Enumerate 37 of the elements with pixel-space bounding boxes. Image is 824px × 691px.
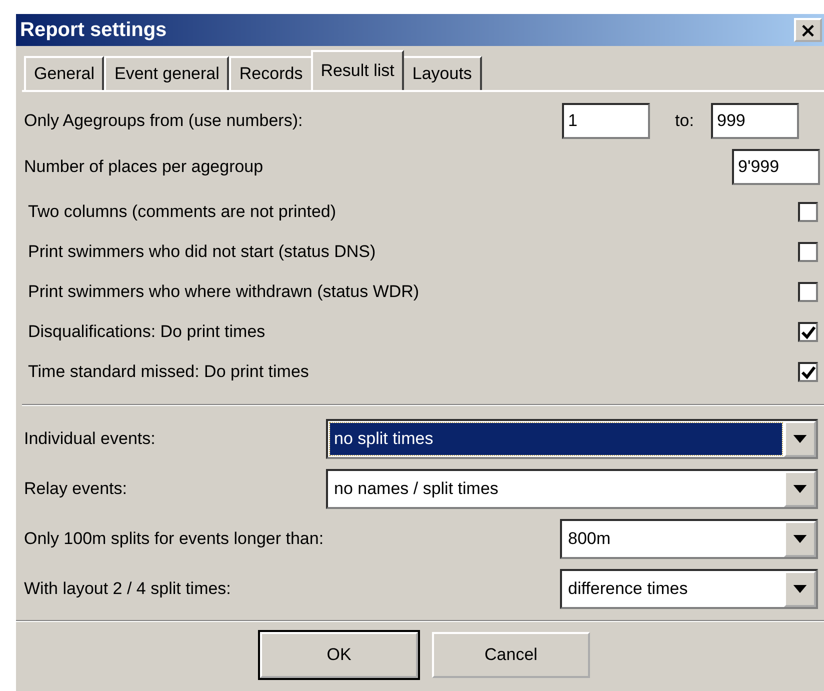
dropdown-value: no split times	[330, 423, 782, 455]
input-field[interactable]: 1	[562, 103, 650, 139]
dropdown-value: difference times	[567, 578, 689, 600]
field-label: Individual events:	[23, 429, 156, 449]
checkbox[interactable]	[798, 362, 818, 382]
field-label: Only 100m splits for events longer than:	[23, 529, 325, 549]
dialog-button[interactable]: OK	[260, 632, 418, 678]
checkbox[interactable]	[798, 242, 818, 262]
field-label: With layout 2 / 4 split times:	[23, 579, 232, 599]
input-field[interactable]: 999	[711, 103, 799, 139]
dropdown[interactable]: no names / split times	[326, 469, 818, 509]
tab[interactable]: Result list	[310, 50, 404, 90]
field-label: Relay events:	[23, 479, 128, 499]
tab[interactable]: Event general	[104, 56, 230, 90]
close-button[interactable]: ×	[794, 18, 822, 42]
dropdown[interactable]: no split times	[326, 419, 818, 459]
window-title: Report settings	[20, 18, 167, 42]
checkbox[interactable]	[798, 202, 818, 222]
tab[interactable]: Records	[229, 56, 313, 90]
option-label: Two columns (comments are not printed)	[28, 202, 338, 222]
checkbox[interactable]	[798, 322, 818, 342]
field-label: Number of places per agegroup	[23, 157, 264, 177]
option-label: Disqualifications: Do print times	[28, 322, 266, 342]
dropdown[interactable]: difference times	[560, 569, 818, 609]
dropdown[interactable]: 800m	[560, 519, 818, 559]
input-field[interactable]: 9'999	[732, 149, 820, 185]
option-label: Print swimmers who where withdrawn (status WDR)	[28, 282, 420, 302]
option-label: Print swimmers who did not start (status DNS)	[28, 242, 377, 262]
tab[interactable]: General	[24, 56, 104, 90]
dropdown-value: no names / split times	[333, 478, 500, 500]
field-label: Only Agegroups from (use numbers):	[23, 111, 304, 131]
field-label: to:	[674, 111, 695, 131]
dialog-button[interactable]: Cancel	[432, 632, 590, 678]
option-label: Time standard missed: Do print times	[28, 362, 310, 382]
dropdown-value: 800m	[567, 528, 612, 550]
checkbox[interactable]	[798, 282, 818, 302]
tab[interactable]: Layouts	[402, 56, 482, 90]
